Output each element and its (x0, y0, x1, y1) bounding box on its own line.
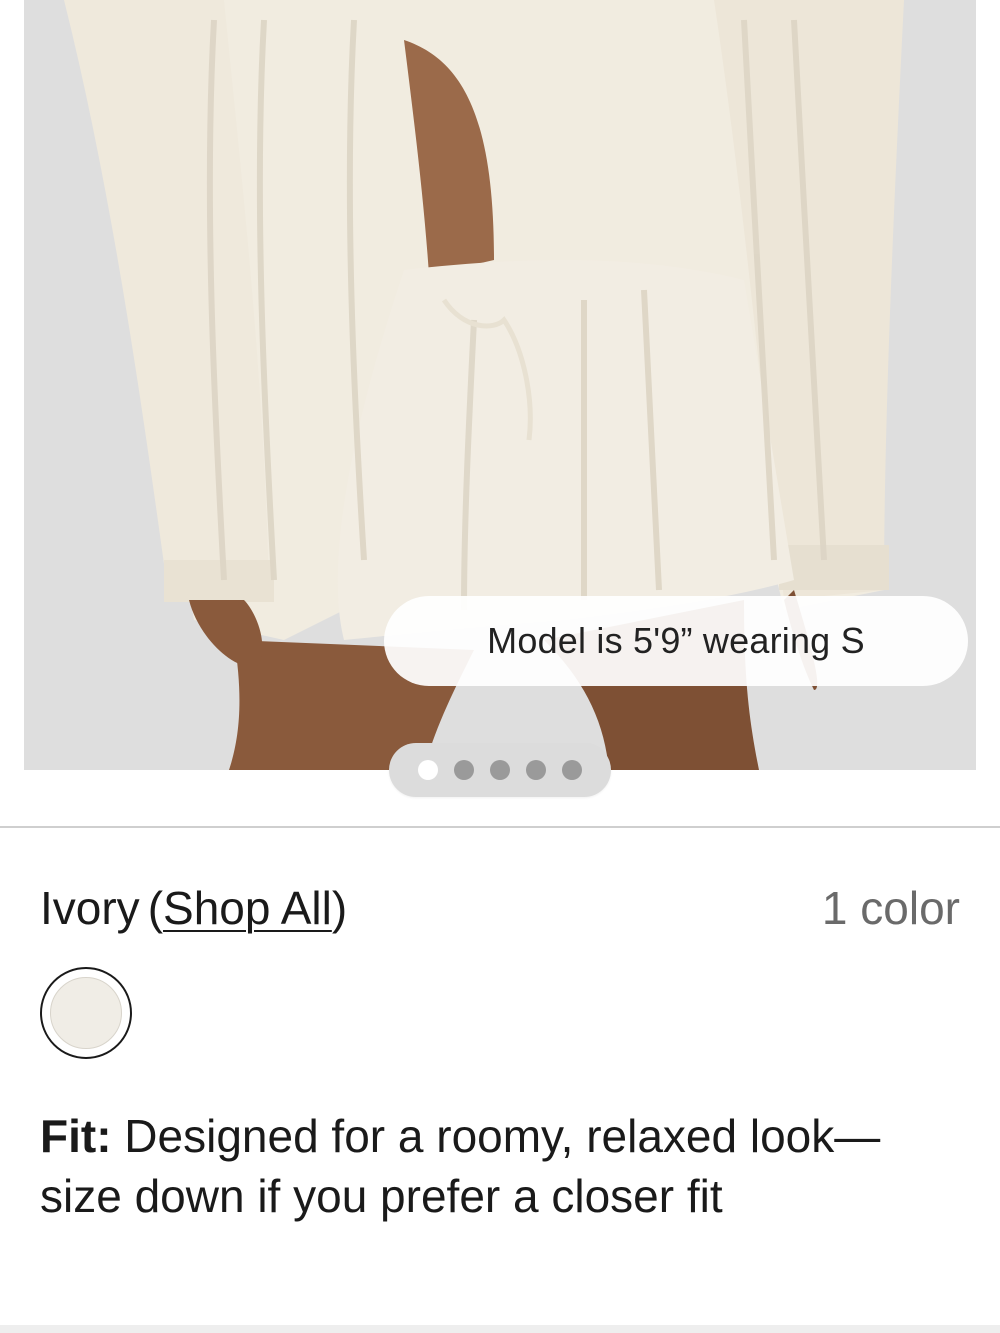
fit-description: Fit: Designed for a roomy, relaxed look—… (40, 1106, 940, 1226)
product-image-gallery[interactable]: Model is 5'9” wearing S (24, 0, 976, 770)
carousel-dot-1[interactable] (418, 760, 438, 780)
section-divider (0, 826, 1000, 828)
close-paren: ) (331, 882, 348, 934)
carousel-dot-5[interactable] (562, 760, 582, 780)
model-info-badge: Model is 5'9” wearing S (384, 596, 968, 686)
carousel-dot-3[interactable] (490, 760, 510, 780)
carousel-dot-2[interactable] (454, 760, 474, 780)
color-selector-header: Ivory (Shop All) 1 color (40, 878, 960, 938)
selected-color-name: Ivory (40, 882, 140, 934)
model-info-text: Model is 5'9” wearing S (487, 620, 865, 661)
swatch-fill (50, 977, 122, 1049)
color-label-group: Ivory (Shop All) (40, 881, 347, 935)
carousel-dot-4[interactable] (526, 760, 546, 780)
fit-label: Fit: (40, 1110, 112, 1162)
bottom-divider (0, 1325, 1000, 1333)
fit-text: Designed for a roomy, relaxed look—size … (40, 1110, 881, 1222)
shop-all-link[interactable]: Shop All (163, 882, 332, 934)
color-count: 1 color (821, 882, 960, 934)
open-paren: ( (147, 882, 164, 934)
image-carousel-indicator[interactable] (389, 743, 611, 797)
color-swatch-ivory[interactable] (40, 967, 132, 1059)
